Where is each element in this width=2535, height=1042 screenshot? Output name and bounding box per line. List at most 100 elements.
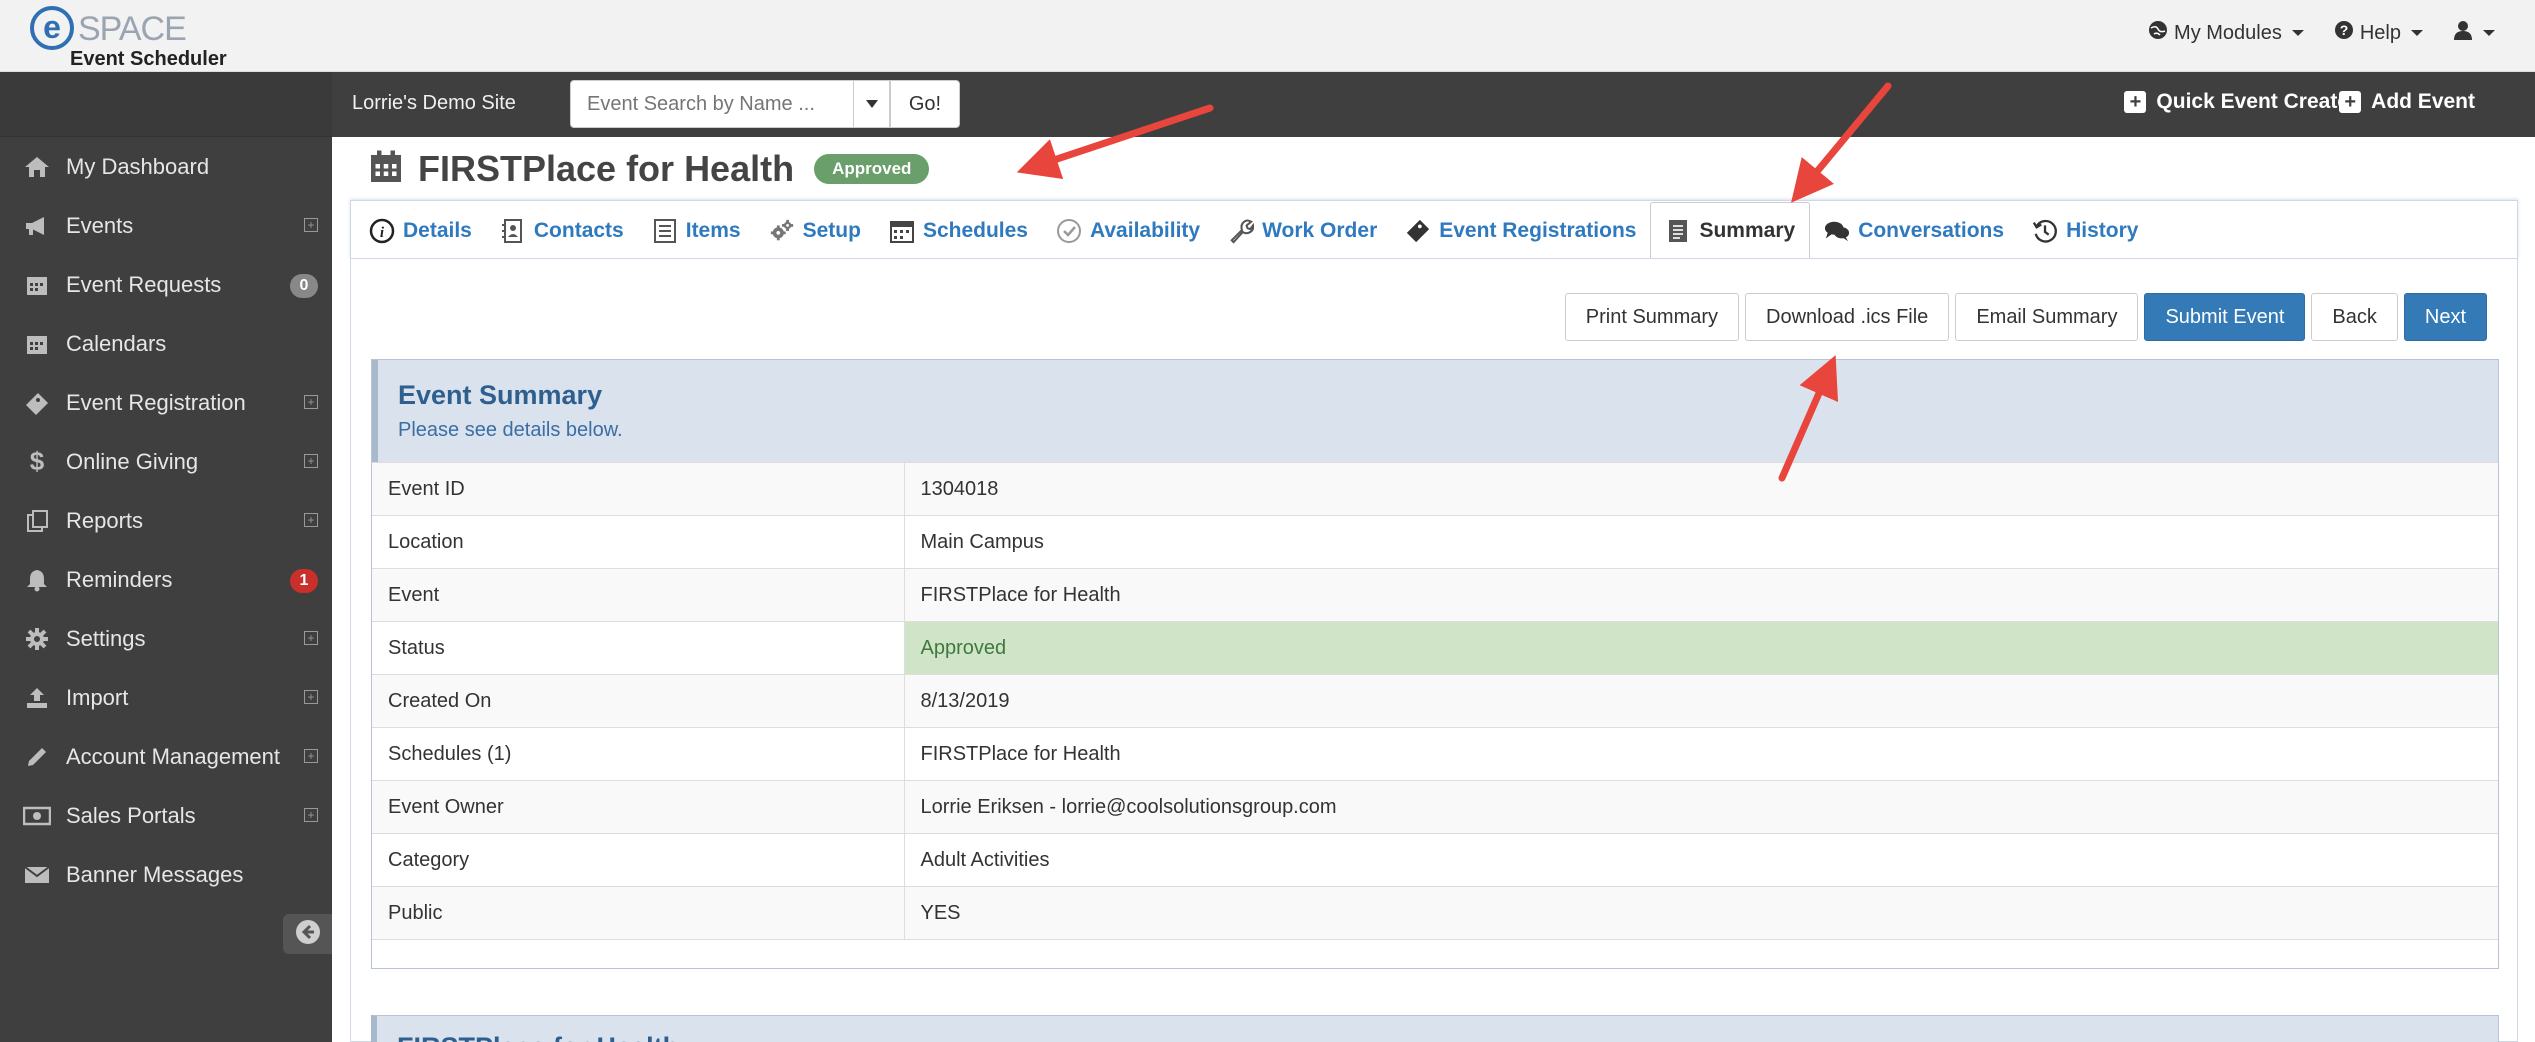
check-clock-icon — [1056, 218, 1082, 244]
tab-work-order[interactable]: Work Order — [1214, 203, 1391, 259]
status-badge: Approved — [814, 154, 930, 184]
tab-label: Items — [685, 219, 741, 242]
sidebar-item-settings[interactable]: Settings + — [0, 609, 332, 668]
add-event-label: Add Event — [2371, 90, 2475, 113]
tab-history[interactable]: History — [2018, 203, 2152, 259]
user-menu[interactable] — [2453, 20, 2495, 46]
table-row: Event Owner Lorrie Eriksen - lorrie@cool… — [372, 780, 2498, 834]
svg-text:i: i — [380, 225, 385, 241]
megaphone-icon — [22, 211, 52, 241]
email-summary-button[interactable]: Email Summary — [1955, 293, 2139, 341]
table-row: Status Approved — [372, 621, 2498, 675]
tab-label: Schedules — [922, 219, 1028, 242]
quick-event-create-button[interactable]: + Quick Event Create — [2124, 90, 2349, 114]
history-icon — [2032, 218, 2058, 244]
expand-plus-icon[interactable]: + — [304, 808, 318, 822]
sidebar-item-sales-portals[interactable]: Sales Portals + — [0, 786, 332, 845]
event-search-input[interactable] — [570, 80, 854, 128]
sidebar-item-label: Reports — [66, 507, 144, 533]
table-row: Event ID 1304018 — [372, 462, 2498, 516]
sidebar-item-label: Event Registration — [66, 389, 246, 415]
tab-schedules[interactable]: Schedules — [875, 203, 1042, 259]
row-value: Approved — [904, 621, 2498, 675]
back-button[interactable]: Back — [2311, 293, 2398, 341]
sidebar-item-reminders[interactable]: Reminders 1 — [0, 550, 332, 609]
expand-plus-icon[interactable]: + — [304, 749, 318, 763]
search-go-button[interactable]: Go! — [890, 80, 960, 128]
event-details-table: Event ID 1304018 Location Main Campus Ev… — [372, 462, 2498, 940]
expand-plus-icon[interactable]: + — [304, 631, 318, 645]
tab-conversations[interactable]: Conversations — [1810, 203, 2018, 259]
expand-plus-icon[interactable]: + — [304, 454, 318, 468]
my-modules-menu[interactable]: My Modules — [2148, 20, 2304, 46]
reminders-count-badge: 1 — [290, 569, 318, 593]
table-row: Location Main Campus — [372, 515, 2498, 569]
reports-icon — [22, 506, 52, 536]
tab-contacts[interactable]: Contacts — [486, 203, 638, 259]
sidebar-item-my-dashboard[interactable]: My Dashboard — [0, 137, 332, 196]
sidebar-item-calendars[interactable]: Calendars — [0, 314, 332, 373]
chevron-down-icon — [2291, 30, 2304, 36]
tab-label: Availability — [1089, 219, 1201, 242]
tab-label: Work Order — [1262, 219, 1378, 242]
row-value: Main Campus — [904, 515, 2498, 569]
sidebar-item-label: Sales Portals — [66, 802, 196, 828]
caret-down-icon — [865, 95, 878, 113]
print-summary-button[interactable]: Print Summary — [1564, 293, 1740, 341]
chat-icon — [1824, 218, 1850, 244]
expand-plus-icon[interactable]: + — [304, 513, 318, 527]
globe-icon — [2148, 20, 2168, 46]
expand-plus-icon[interactable]: + — [304, 690, 318, 704]
next-button[interactable]: Next — [2403, 293, 2487, 341]
table-row: Schedules (1) FIRSTPlace for Health — [372, 727, 2498, 781]
dollar-icon: $ — [29, 446, 45, 476]
row-key: Event ID — [372, 462, 905, 516]
expand-plus-icon[interactable]: + — [304, 395, 318, 409]
expand-plus-icon[interactable]: + — [304, 218, 318, 232]
top-header: e SPACE Event Scheduler My Modules ? Hel… — [0, 0, 2535, 72]
calendar-icon — [22, 270, 52, 300]
sidebar-item-event-registration[interactable]: Event Registration + — [0, 373, 332, 432]
plus-square-icon: + — [2339, 91, 2362, 113]
tab-items[interactable]: Items — [638, 203, 755, 259]
sidebar-item-import[interactable]: Import + — [0, 668, 332, 727]
event-summary-subheading: Please see details below. — [398, 419, 623, 441]
espace-logo[interactable]: e SPACE Event Scheduler — [30, 4, 270, 70]
help-menu[interactable]: ? Help — [2334, 20, 2423, 46]
row-value: YES — [904, 886, 2498, 940]
sidebar-item-event-requests[interactable]: Event Requests 0 — [0, 255, 332, 314]
sidebar-item-label: Calendars — [66, 330, 167, 356]
page-title-row: FIRSTPlace for Health Approved — [368, 148, 930, 190]
calendar-grid-icon — [889, 218, 915, 244]
sidebar-item-online-giving[interactable]: $ Online Giving + — [0, 432, 332, 491]
download-ics-button[interactable]: Download .ics File — [1745, 293, 1950, 341]
ticket-icon — [1405, 218, 1431, 244]
question-circle-icon: ? — [2334, 20, 2354, 46]
bell-icon — [22, 565, 52, 595]
event-tabs: i Details Contacts Items Setup Schedules… — [350, 200, 2518, 260]
sidebar-item-banner-messages[interactable]: Banner Messages — [0, 845, 332, 904]
add-event-button[interactable]: + Add Event — [2339, 90, 2475, 114]
info-icon: i — [369, 218, 395, 244]
submit-event-button[interactable]: Submit Event — [2144, 293, 2306, 341]
chevron-down-icon — [2411, 30, 2423, 36]
event-search: Go! — [570, 80, 960, 128]
row-key: Public — [372, 886, 905, 940]
user-icon — [2453, 20, 2473, 46]
row-key: Status — [372, 621, 905, 675]
list-icon — [652, 218, 678, 244]
sidebar-item-events[interactable]: Events + — [0, 196, 332, 255]
tab-setup[interactable]: Setup — [755, 203, 875, 259]
tab-summary[interactable]: Summary — [1650, 202, 1811, 260]
sidebar-item-label: Banner Messages — [66, 861, 244, 887]
sidebar-item-account-management[interactable]: Account Management + — [0, 727, 332, 786]
row-key: Category — [372, 833, 905, 887]
tab-availability[interactable]: Availability — [1042, 203, 1214, 259]
tab-event-registrations[interactable]: Event Registrations — [1391, 203, 1650, 259]
tab-details[interactable]: i Details — [355, 203, 486, 259]
search-dropdown-toggle[interactable] — [854, 80, 890, 128]
row-value: FIRSTPlace for Health — [904, 568, 2498, 622]
sidebar-item-reports[interactable]: Reports + — [0, 491, 332, 550]
collapse-sidebar-button[interactable] — [283, 914, 332, 954]
gear-icon — [22, 624, 52, 654]
